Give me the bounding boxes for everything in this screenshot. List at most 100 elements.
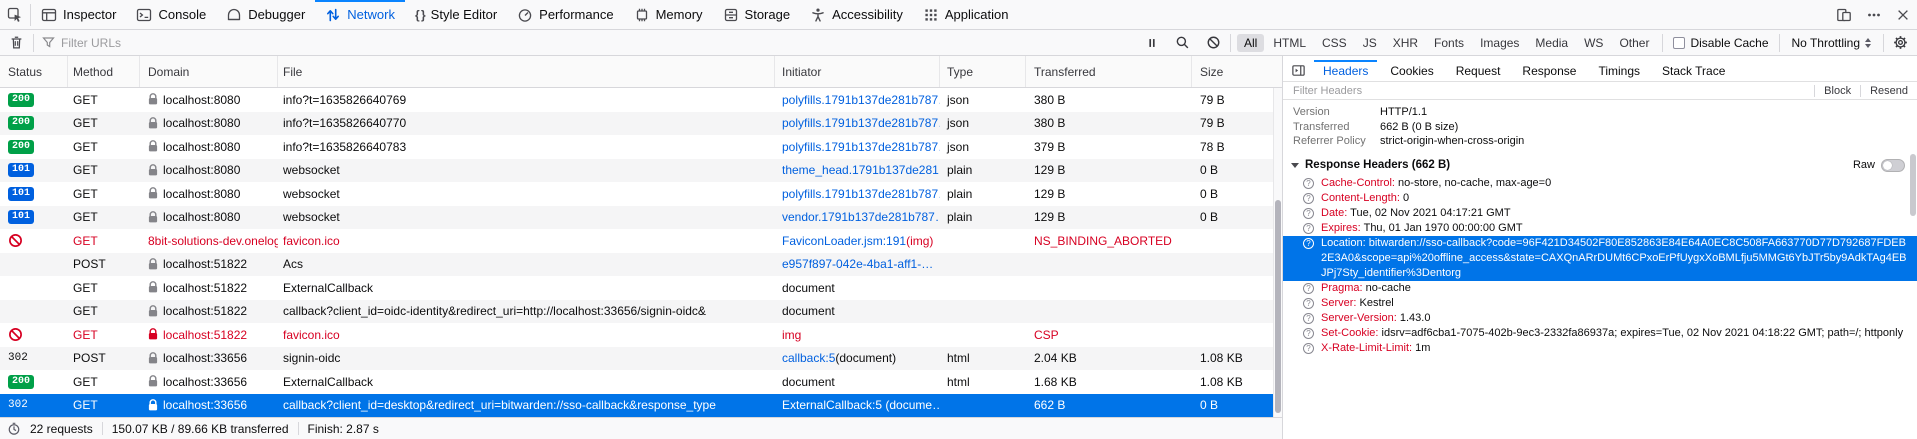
header-row[interactable]: ?Server-Version: 1.43.0 [1283, 311, 1917, 326]
help-icon[interactable]: ? [1303, 298, 1314, 309]
help-icon[interactable]: ? [1303, 238, 1314, 249]
initiator-link[interactable]: e957f897-042e-4ba1-aff1-… [782, 257, 933, 271]
initiator-link[interactable]: polyfills.1791b137de281b787… [782, 116, 940, 130]
filter-pill-all[interactable]: All [1237, 34, 1264, 52]
table-row[interactable]: 101GETlocalhost:8080websocketvendor.1791… [0, 206, 1282, 230]
table-row[interactable]: 200GETlocalhost:8080info?t=1635826640783… [0, 135, 1282, 159]
help-icon[interactable]: ? [1303, 193, 1314, 204]
initiator-link[interactable]: polyfills.1791b137de281b787… [782, 93, 940, 107]
table-row[interactable]: 200GETlocalhost:8080info?t=1635826640769… [0, 88, 1282, 112]
devtools-menu-button[interactable] [1859, 0, 1889, 29]
clear-requests-button[interactable] [2, 35, 31, 50]
tab-inspector[interactable]: Inspector [31, 0, 126, 29]
filter-pill-media[interactable]: Media [1528, 34, 1575, 52]
tab-debugger[interactable]: Debugger [216, 0, 315, 29]
table-row[interactable]: GETlocalhost:51822favicon.icoimgCSP [0, 323, 1282, 347]
tab-network[interactable]: Network [315, 0, 405, 29]
header-row[interactable]: ?Date: Tue, 02 Nov 2021 04:17:21 GMT [1283, 206, 1917, 221]
table-row[interactable]: 200GETlocalhost:33656ExternalCallbackdoc… [0, 370, 1282, 394]
panel-scrollbar[interactable] [1910, 138, 1916, 216]
block-requests-button[interactable] [1199, 35, 1228, 50]
filter-pill-ws[interactable]: WS [1577, 34, 1610, 52]
details-tab-stack-trace[interactable]: Stack Trace [1651, 60, 1736, 81]
tab-console[interactable]: Console [126, 0, 216, 29]
table-row[interactable]: 302POSTlocalhost:33656signin-oidccallbac… [0, 347, 1282, 371]
help-icon[interactable]: ? [1303, 178, 1314, 189]
throttling-select[interactable]: No Throttling [1782, 36, 1881, 50]
tab-style-editor[interactable]: { } Style Editor [405, 0, 507, 29]
details-tab-response[interactable]: Response [1511, 60, 1587, 81]
split-panel-icon[interactable] [1283, 60, 1312, 81]
header-row[interactable]: ?Cache-Control: no-store, no-cache, max-… [1283, 176, 1917, 191]
column-header-status[interactable]: Status [0, 56, 68, 87]
tab-storage[interactable]: Storage [713, 0, 801, 29]
search-button[interactable] [1168, 35, 1197, 50]
initiator-link[interactable]: polyfills.1791b137de281b787… [782, 140, 940, 154]
scrollbar-thumb[interactable] [1910, 154, 1916, 216]
header-row[interactable]: ?X-Rate-Limit-Limit: 1m [1283, 341, 1917, 356]
help-icon[interactable]: ? [1303, 313, 1314, 324]
tab-performance[interactable]: Performance [507, 0, 623, 29]
help-icon[interactable]: ? [1303, 223, 1314, 234]
header-row[interactable]: ?Location: bitwarden://sso-callback?code… [1283, 236, 1917, 281]
tab-application[interactable]: Application [913, 0, 1019, 29]
initiator-link[interactable]: FaviconLoader.jsm:191 [782, 234, 906, 248]
table-row[interactable]: 101GETlocalhost:8080websocketpolyfills.1… [0, 182, 1282, 206]
table-row[interactable]: 302GETlocalhost:33656callback?client_id=… [0, 394, 1282, 418]
table-row[interactable]: GETlocalhost:51822ExternalCallbackdocume… [0, 276, 1282, 300]
tab-memory[interactable]: Memory [624, 0, 713, 29]
table-row[interactable]: POSTlocalhost:51822Acse957f897-042e-4ba1… [0, 253, 1282, 277]
details-tab-headers[interactable]: Headers [1312, 60, 1379, 81]
column-header-transferred[interactable]: Transferred [1026, 56, 1192, 87]
header-row[interactable]: ?Content-Length: 0 [1283, 191, 1917, 206]
scrollbar-thumb[interactable] [1275, 200, 1281, 413]
filter-pill-fonts[interactable]: Fonts [1427, 34, 1471, 52]
filter-pill-xhr[interactable]: XHR [1386, 34, 1425, 52]
details-tab-cookies[interactable]: Cookies [1379, 60, 1444, 81]
pause-recording-button[interactable] [1138, 36, 1166, 50]
help-icon[interactable]: ? [1303, 343, 1314, 354]
filter-pill-other[interactable]: Other [1612, 34, 1656, 52]
filter-pill-images[interactable]: Images [1473, 34, 1526, 52]
table-row[interactable]: GET8bit-solutions-dev.onelogin…favicon.i… [0, 229, 1282, 253]
column-header-method[interactable]: Method [68, 56, 140, 87]
disable-cache-control[interactable]: Disable Cache [1665, 36, 1776, 50]
header-row[interactable]: ?Server: Kestrel [1283, 296, 1917, 311]
help-icon[interactable]: ? [1303, 208, 1314, 219]
column-header-domain[interactable]: Domain [140, 56, 278, 87]
filter-urls-input[interactable] [57, 36, 347, 50]
filter-pill-js[interactable]: JS [1356, 34, 1384, 52]
response-headers-section[interactable]: Response Headers (662 B) Raw [1283, 155, 1917, 176]
header-row[interactable]: ?Set-Cookie: idsrv=adf6cba1-7075-402b-9e… [1283, 326, 1917, 341]
table-row[interactable]: GETlocalhost:51822callback?client_id=oid… [0, 300, 1282, 324]
tab-accessibility[interactable]: Accessibility [800, 0, 913, 29]
filter-pill-css[interactable]: CSS [1315, 34, 1354, 52]
table-row[interactable]: 101GETlocalhost:8080websockettheme_head.… [0, 159, 1282, 183]
header-row[interactable]: ?Pragma: no-cache [1283, 281, 1917, 296]
disable-cache-checkbox[interactable] [1673, 37, 1685, 49]
column-header-file[interactable]: File [278, 56, 775, 87]
initiator-link[interactable]: polyfills.1791b137de281b787… [782, 187, 940, 201]
block-button[interactable]: Block [1815, 85, 1860, 97]
help-icon[interactable]: ? [1303, 283, 1314, 294]
node-picker-button[interactable] [0, 0, 30, 29]
column-header-size[interactable]: Size [1192, 56, 1274, 87]
help-icon[interactable]: ? [1303, 328, 1314, 339]
details-tab-timings[interactable]: Timings [1587, 60, 1651, 81]
column-header-type[interactable]: Type [940, 56, 1026, 87]
details-tab-request[interactable]: Request [1445, 60, 1512, 81]
initiator-link[interactable]: callback:5 [782, 351, 835, 365]
close-devtools-button[interactable] [1889, 0, 1917, 29]
initiator-link[interactable]: vendor.1791b137de281b787… [782, 210, 940, 224]
table-row[interactable]: 200GETlocalhost:8080info?t=1635826640770… [0, 112, 1282, 136]
filter-pill-html[interactable]: HTML [1266, 34, 1313, 52]
table-scrollbar[interactable] [1273, 88, 1282, 417]
responsive-design-button[interactable] [1829, 0, 1859, 29]
resend-button[interactable]: Resend [1861, 85, 1917, 97]
column-header-initiator[interactable]: Initiator [775, 56, 940, 87]
raw-toggle[interactable] [1881, 159, 1905, 172]
network-settings-button[interactable] [1886, 35, 1915, 50]
filter-headers-input[interactable] [1293, 85, 1453, 97]
header-row[interactable]: ?Expires: Thu, 01 Jan 1970 00:00:00 GMT [1283, 221, 1917, 236]
initiator-link[interactable]: theme_head.1791b137de281… [782, 163, 940, 177]
